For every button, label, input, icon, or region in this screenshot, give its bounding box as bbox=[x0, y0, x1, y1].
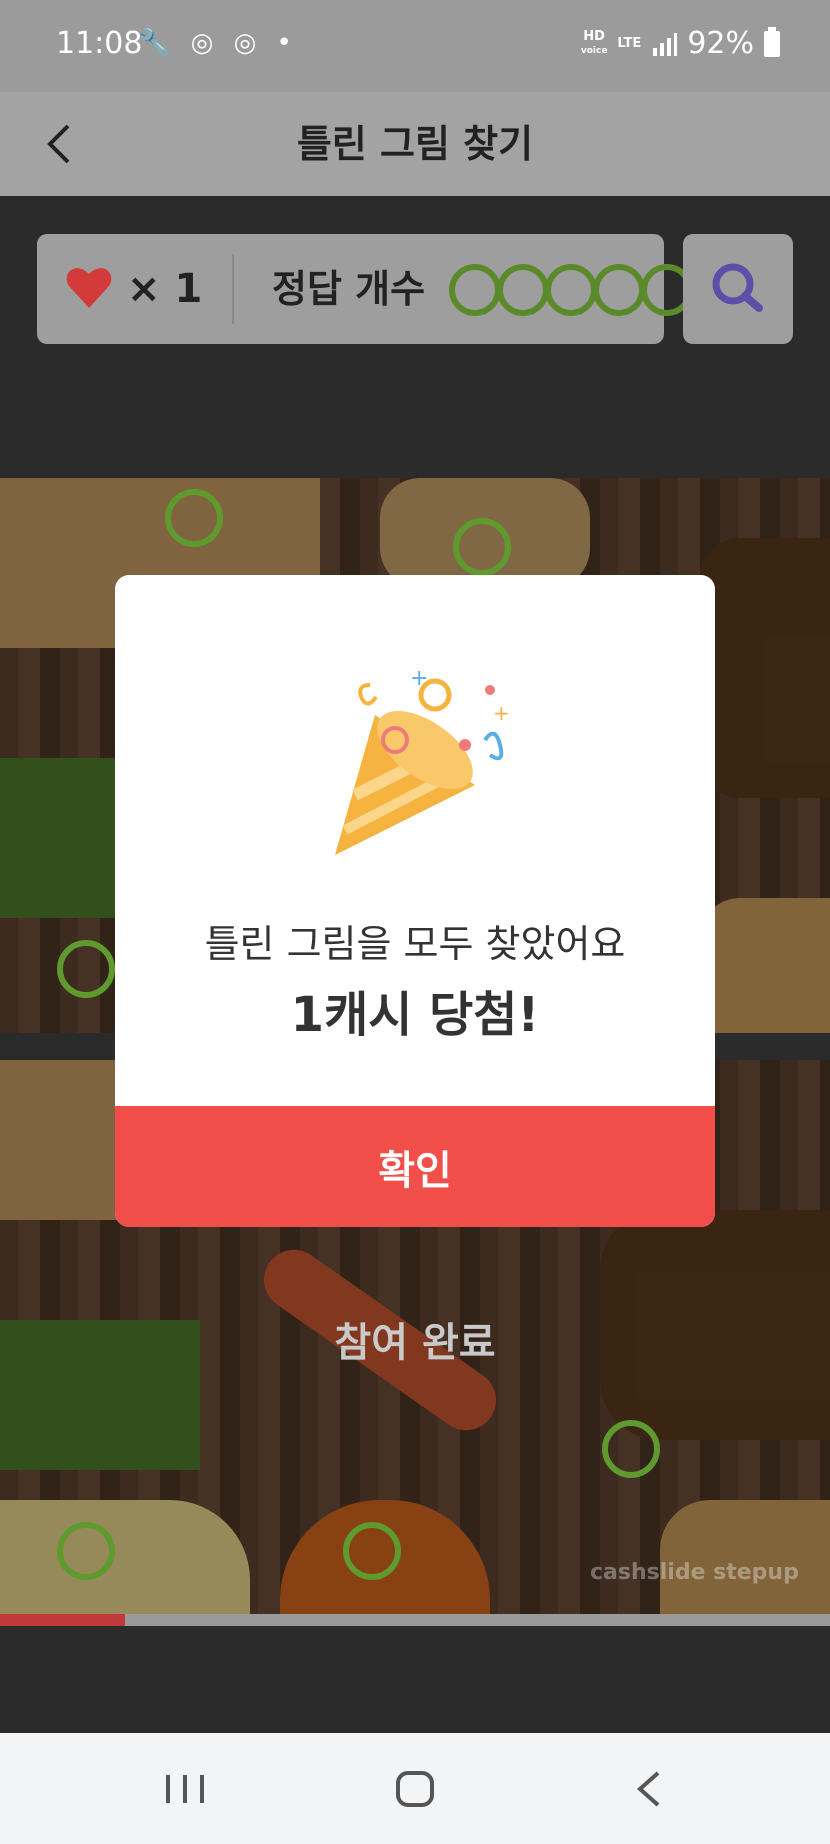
back-icon[interactable] bbox=[578, 1733, 718, 1844]
answer-count-label: 정답 개수 bbox=[272, 267, 426, 311]
search-icon bbox=[712, 263, 763, 312]
lives-count: × 1 bbox=[127, 266, 203, 312]
battery-percent: 92% bbox=[687, 26, 754, 61]
recent-apps-icon[interactable] bbox=[115, 1733, 255, 1844]
status-bar: 11:08 🔧 ◎ ◎ • HD voice LTE 92% bbox=[0, 0, 830, 92]
timer-progress-bar bbox=[0, 1614, 830, 1626]
completed-label: 참여 완료 bbox=[334, 1320, 496, 1366]
status-right: HD voice LTE 92% bbox=[581, 26, 780, 61]
svg-text:+: + bbox=[493, 701, 510, 725]
answer-ring bbox=[497, 264, 549, 316]
found-marker bbox=[57, 940, 115, 998]
dialog-prize: 1캐시 당첨! bbox=[290, 987, 540, 1043]
watermark: cashslide stepup bbox=[590, 1560, 799, 1585]
confirm-button[interactable]: 확인 bbox=[115, 1106, 715, 1227]
found-marker bbox=[343, 1522, 401, 1580]
hd-voice-icon: HD voice bbox=[580, 28, 608, 56]
app-header: 틀린 그림 찾기 bbox=[0, 92, 830, 196]
page-title: 틀린 그림 찾기 bbox=[296, 122, 534, 166]
signal-icon bbox=[653, 32, 678, 56]
found-marker bbox=[57, 1522, 115, 1580]
lte-icon: LTE bbox=[617, 36, 642, 51]
divider bbox=[232, 254, 234, 324]
system-nav-bar bbox=[0, 1733, 830, 1844]
answer-indicators bbox=[449, 264, 693, 316]
dialog-message: 틀린 그림을 모두 찾았어요 bbox=[204, 922, 626, 966]
found-marker bbox=[165, 489, 223, 547]
answer-ring bbox=[545, 264, 597, 316]
progress-fill bbox=[0, 1614, 125, 1626]
heart-icon bbox=[66, 268, 112, 308]
notification-icons: 🔧 ◎ ◎ • bbox=[138, 28, 298, 58]
status-panel: × 1 정답 개수 bbox=[37, 234, 693, 344]
hint-search-button[interactable] bbox=[683, 234, 793, 344]
party-popper-icon: + + bbox=[335, 666, 510, 855]
svg-text:+: + bbox=[410, 666, 428, 691]
found-marker bbox=[453, 518, 511, 576]
back-arrow-icon[interactable] bbox=[40, 114, 80, 174]
found-marker bbox=[602, 1420, 660, 1478]
success-dialog: + + 틀린 그림을 모두 찾았어요 1캐시 당첨! 확인 bbox=[115, 575, 715, 1227]
answer-ring bbox=[449, 264, 501, 316]
home-icon[interactable] bbox=[345, 1733, 485, 1844]
clock: 11:08 bbox=[56, 26, 143, 61]
answer-ring bbox=[593, 264, 645, 316]
battery-icon bbox=[764, 26, 780, 57]
